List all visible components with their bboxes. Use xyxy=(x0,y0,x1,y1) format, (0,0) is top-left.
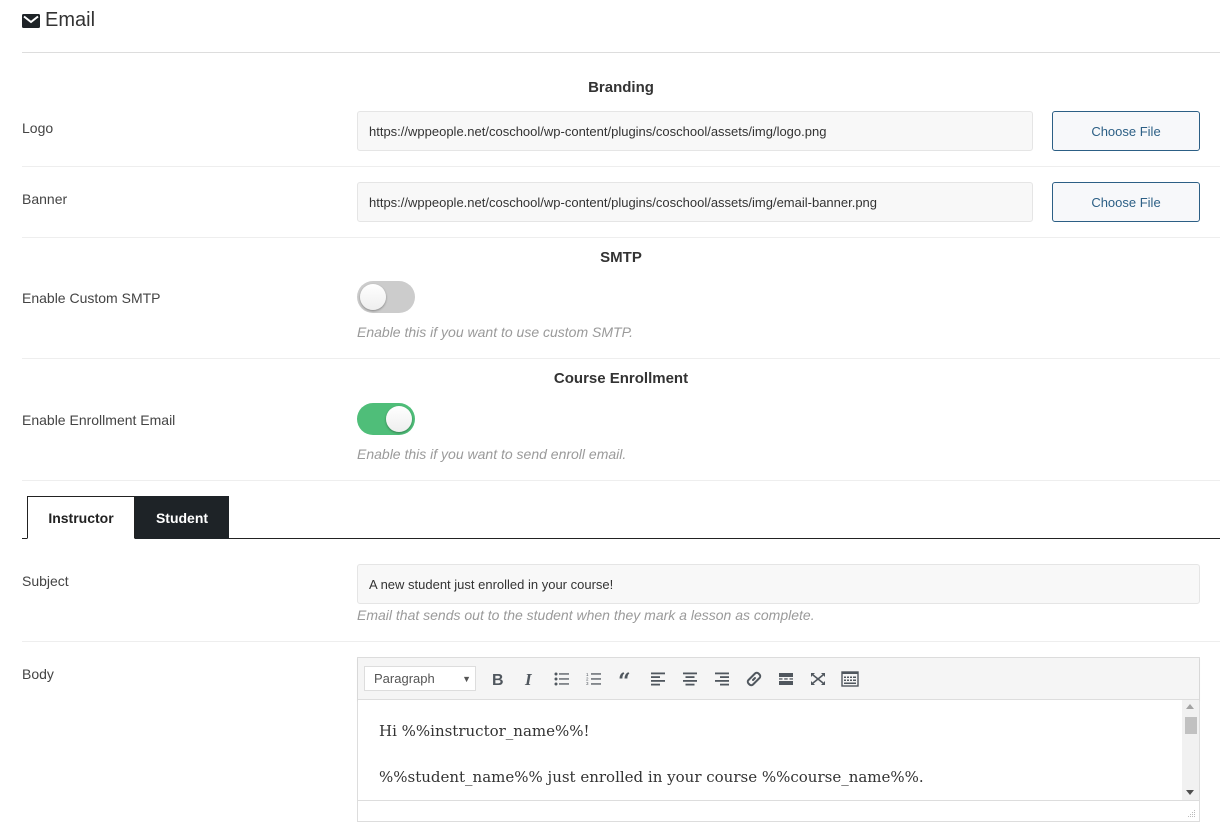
logo-label: Logo xyxy=(22,120,54,136)
tab-student[interactable]: Student xyxy=(135,496,229,539)
banner-choose-file-button[interactable]: Choose File xyxy=(1052,182,1200,222)
align-right-icon xyxy=(715,672,729,685)
section-title-smtp: SMTP xyxy=(600,249,642,266)
scroll-thumb[interactable] xyxy=(1185,717,1197,734)
align-center-button[interactable] xyxy=(674,665,706,693)
bullet-list-button[interactable] xyxy=(546,665,578,693)
section-title-enrollment: Course Enrollment xyxy=(553,370,689,387)
editor-content[interactable]: Hi %%instructor_name%%! %%student_name%%… xyxy=(358,700,1199,800)
svg-text:“: “ xyxy=(618,672,631,686)
tab-instructor[interactable]: Instructor xyxy=(27,496,135,539)
subject-help-text: Email that sends out to the student when… xyxy=(357,607,815,623)
format-select-value: Paragraph xyxy=(374,671,435,686)
page-header: Email xyxy=(22,9,95,32)
banner-label: Banner xyxy=(22,191,68,207)
smtp-help-text: Enable this if you want to use custom SM… xyxy=(357,324,633,340)
editor-scrollbar[interactable] xyxy=(1182,700,1199,800)
scroll-down-arrow-icon[interactable] xyxy=(1186,790,1194,795)
recipient-tabs: Instructor Student xyxy=(22,496,1220,539)
smtp-label: Enable Custom SMTP xyxy=(22,290,161,306)
read-more-icon xyxy=(779,672,793,685)
align-right-button[interactable] xyxy=(706,665,738,693)
align-left-button[interactable] xyxy=(642,665,674,693)
bold-button[interactable]: B xyxy=(482,665,514,693)
banner-url-input[interactable]: https://wppeople.net/coschool/wp-content… xyxy=(357,182,1033,222)
editor-toolbar: Paragraph ▼ B I 123 “ xyxy=(358,658,1199,700)
chevron-down-icon: ▼ xyxy=(462,673,471,684)
logo-url-input[interactable]: https://wppeople.net/coschool/wp-content… xyxy=(357,111,1033,151)
envelope-icon xyxy=(22,13,40,28)
bullet-list-icon xyxy=(554,672,569,685)
bold-icon: B xyxy=(492,672,504,687)
divider xyxy=(22,237,1220,238)
fullscreen-icon xyxy=(811,672,825,685)
align-center-icon xyxy=(683,672,697,685)
section-title-branding: Branding xyxy=(588,79,654,96)
fullscreen-button[interactable] xyxy=(802,665,834,693)
divider xyxy=(22,480,1220,481)
format-select[interactable]: Paragraph ▼ xyxy=(364,666,476,691)
toolbar-toggle-button[interactable] xyxy=(834,665,866,693)
numbered-list-icon: 123 xyxy=(586,672,601,686)
smtp-toggle[interactable] xyxy=(357,281,415,313)
body-editor: Paragraph ▼ B I 123 “ Hi %%instructor_na… xyxy=(357,657,1200,822)
divider xyxy=(22,166,1220,167)
read-more-button[interactable] xyxy=(770,665,802,693)
italic-icon: I xyxy=(524,671,533,687)
svg-text:I: I xyxy=(524,671,533,687)
insert-link-button[interactable] xyxy=(738,665,770,693)
align-left-icon xyxy=(651,672,665,685)
enrollment-label: Enable Enrollment Email xyxy=(22,412,176,428)
blockquote-button[interactable]: “ xyxy=(610,665,642,693)
toolbar-toggle-icon xyxy=(841,670,859,687)
toggle-knob xyxy=(360,284,386,310)
blockquote-icon: “ xyxy=(618,672,631,686)
svg-text:B: B xyxy=(492,672,504,687)
body-label: Body xyxy=(22,666,54,682)
page-title: Email xyxy=(45,9,96,31)
scroll-up-arrow-icon[interactable] xyxy=(1186,704,1194,709)
header-divider xyxy=(22,52,1220,53)
numbered-list-button[interactable]: 123 xyxy=(578,665,610,693)
editor-statusbar xyxy=(358,800,1199,821)
toggle-knob xyxy=(386,406,412,432)
divider xyxy=(22,641,1220,642)
link-icon xyxy=(746,671,762,686)
divider xyxy=(22,358,1220,359)
italic-button[interactable]: I xyxy=(514,665,546,693)
subject-input[interactable]: A new student just enrolled in your cour… xyxy=(357,564,1200,604)
subject-label: Subject xyxy=(22,573,69,589)
svg-text:3: 3 xyxy=(586,681,589,686)
logo-choose-file-button[interactable]: Choose File xyxy=(1052,111,1200,151)
content-paragraph: Hi %%instructor_name%%! xyxy=(379,722,590,740)
content-paragraph: %%student_name%% just enrolled in your c… xyxy=(379,768,924,786)
enrollment-toggle[interactable] xyxy=(357,403,415,435)
enrollment-help-text: Enable this if you want to send enroll e… xyxy=(357,446,627,462)
resize-handle-icon[interactable] xyxy=(1186,808,1196,818)
